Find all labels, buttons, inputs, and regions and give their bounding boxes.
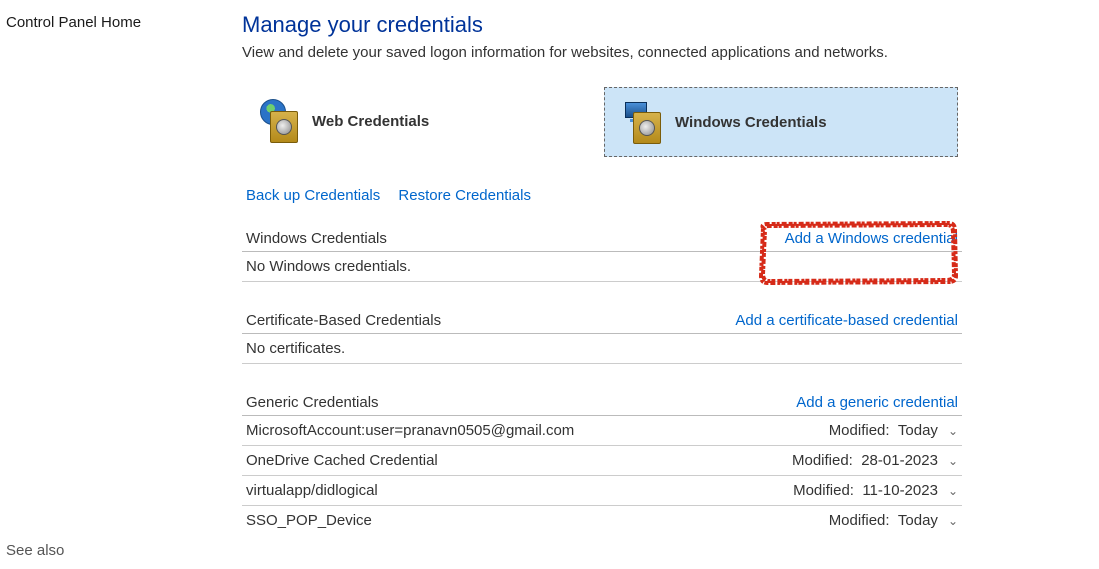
credential-row[interactable]: virtualapp/didlogical Modified: 11-10-20… — [242, 476, 962, 506]
section-empty-text: No Windows credentials. — [242, 252, 962, 282]
section-certificate-credentials: Certificate-Based Credentials Add a cert… — [242, 312, 962, 364]
section-title: Windows Credentials — [246, 230, 387, 247]
credential-row[interactable]: MicrosoftAccount:user=pranavn0505@gmail.… — [242, 416, 962, 446]
section-title: Certificate-Based Credentials — [246, 312, 441, 329]
credential-row[interactable]: SSO_POP_Device Modified: Today ⌄ — [242, 506, 962, 535]
credential-name: OneDrive Cached Credential — [246, 452, 792, 469]
chevron-down-icon: ⌄ — [948, 514, 958, 528]
add-generic-credential-link[interactable]: Add a generic credential — [796, 394, 958, 411]
tab-windows-credentials[interactable]: Windows Credentials — [604, 87, 958, 157]
credential-modified: Modified: Today — [829, 512, 938, 529]
credential-modified: Modified: 11-10-2023 — [793, 482, 938, 499]
tab-web-credentials-label: Web Credentials — [312, 113, 429, 130]
tab-windows-credentials-label: Windows Credentials — [675, 114, 827, 131]
add-certificate-credential-link[interactable]: Add a certificate-based credential — [735, 312, 958, 329]
chevron-down-icon: ⌄ — [948, 454, 958, 468]
credential-name: virtualapp/didlogical — [246, 482, 793, 499]
control-panel-home-link[interactable]: Control Panel Home — [6, 14, 226, 31]
section-title: Generic Credentials — [246, 394, 379, 411]
chevron-down-icon: ⌄ — [948, 484, 958, 498]
credential-row[interactable]: OneDrive Cached Credential Modified: 28-… — [242, 446, 962, 476]
chevron-down-icon: ⌄ — [948, 424, 958, 438]
credential-modified: Modified: 28-01-2023 — [792, 452, 938, 469]
add-windows-credential-link[interactable]: Add a Windows credential — [785, 230, 958, 247]
section-generic-credentials: Generic Credentials Add a generic creden… — [242, 394, 962, 535]
credential-name: SSO_POP_Device — [246, 512, 829, 529]
backup-credentials-link[interactable]: Back up Credentials — [246, 187, 380, 204]
tab-web-credentials[interactable]: Web Credentials — [242, 87, 594, 155]
globe-safe-icon — [258, 99, 302, 143]
section-empty-text: No certificates. — [242, 334, 962, 364]
section-windows-credentials: Windows Credentials Add a Windows creden… — [242, 230, 962, 282]
restore-credentials-link[interactable]: Restore Credentials — [398, 187, 531, 204]
monitor-safe-icon — [621, 100, 665, 144]
credential-modified: Modified: Today — [829, 422, 938, 439]
page-title: Manage your credentials — [242, 12, 962, 38]
see-also-heading: See also — [6, 542, 64, 559]
page-subtitle: View and delete your saved logon informa… — [242, 44, 962, 61]
credential-name: MicrosoftAccount:user=pranavn0505@gmail.… — [246, 422, 829, 439]
